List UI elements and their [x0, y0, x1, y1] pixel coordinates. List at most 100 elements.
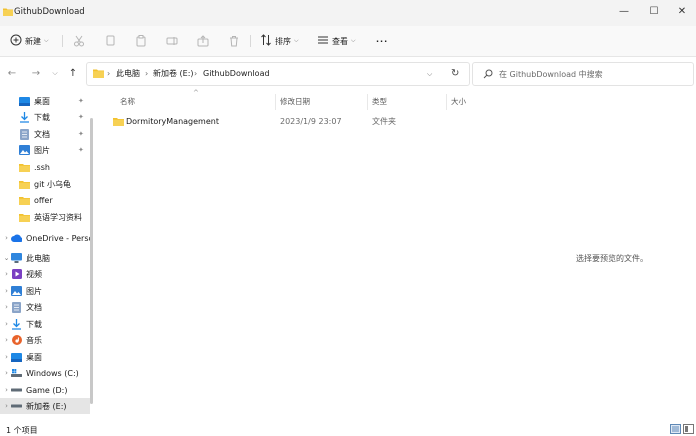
drive-icon: [11, 385, 22, 395]
pin-icon: ✦: [78, 113, 84, 121]
sidebar-item-drive-d[interactable]: › Game (D:): [0, 382, 90, 398]
sidebar-item-videos[interactable]: › 视频: [0, 266, 90, 282]
sidebar-item-drive-c[interactable]: › Windows (C:): [0, 365, 90, 381]
address-bar[interactable]: › 此电脑 › 新加卷 (E:) › GithubDownload ⌵ ↻: [86, 62, 470, 86]
file-row[interactable]: DormitoryManagement 2023/1/9 23:07 文件夹: [110, 114, 470, 130]
details-view-icon[interactable]: [670, 424, 681, 436]
column-divider[interactable]: [446, 94, 447, 110]
breadcrumb-separator: ›: [107, 69, 111, 78]
sidebar-item-documents[interactable]: 文档 ✦: [0, 126, 90, 142]
breadcrumb-this-pc[interactable]: 此电脑: [116, 63, 140, 85]
recent-locations-chevron-icon[interactable]: ⌵: [48, 66, 62, 80]
drive-icon: [11, 401, 22, 411]
close-button[interactable]: ✕: [668, 4, 696, 20]
chevron-right-icon[interactable]: ›: [2, 386, 11, 394]
sort-icon: [260, 34, 272, 48]
view-button[interactable]: 查看 ⌵: [317, 32, 356, 50]
sidebar-item-pc-desktop[interactable]: › 桌面: [0, 349, 90, 365]
rename-icon[interactable]: [165, 34, 179, 48]
preview-message: 选择要预览的文件。: [576, 254, 648, 263]
tiles-view-icon[interactable]: [683, 424, 694, 436]
sort-button[interactable]: 排序 ⌵: [260, 32, 299, 50]
file-name: DormitoryManagement: [126, 117, 219, 126]
sidebar-item-label: .ssh: [34, 162, 50, 172]
chevron-right-icon[interactable]: ›: [2, 287, 11, 295]
view-label: 查看: [332, 36, 348, 46]
chevron-right-icon[interactable]: ›: [2, 336, 11, 344]
sidebar-item-pc-pictures[interactable]: › 图片: [0, 283, 90, 299]
document-icon: [19, 128, 30, 140]
folder-icon: [19, 212, 30, 222]
sidebar-item-music[interactable]: › 音乐: [0, 332, 90, 348]
share-icon[interactable]: [196, 34, 210, 48]
sidebar-item-label: 桌面: [26, 352, 42, 362]
folder-icon: [3, 7, 13, 18]
chevron-right-icon[interactable]: ›: [2, 234, 11, 242]
sidebar-item-english-materials[interactable]: 英语学习资料: [0, 209, 90, 225]
paste-icon[interactable]: [134, 34, 148, 48]
sidebar-item-label: Game (D:): [26, 385, 68, 395]
sidebar-item-label: 音乐: [26, 335, 42, 345]
column-header-modified[interactable]: 修改日期: [280, 96, 310, 108]
sidebar-item-git-turtle[interactable]: git 小乌龟: [0, 176, 90, 192]
sidebar-item-label: Windows (C:): [26, 368, 79, 378]
copy-icon[interactable]: [103, 34, 117, 48]
column-header-size[interactable]: 大小: [451, 96, 466, 108]
sort-ascending-icon: ^: [193, 89, 199, 97]
address-history-chevron-icon[interactable]: ⌵: [427, 63, 432, 85]
sidebar-item-this-pc[interactable]: ⌄ 此电脑: [0, 250, 90, 266]
breadcrumb-drive-e[interactable]: 新加卷 (E:): [153, 63, 194, 85]
sidebar-item-pictures[interactable]: 图片 ✦: [0, 142, 90, 158]
chevron-right-icon[interactable]: ›: [2, 353, 11, 361]
new-label: 新建: [25, 36, 41, 46]
file-type: 文件夹: [372, 117, 396, 126]
view-icon: [317, 34, 329, 48]
computer-icon: [11, 253, 22, 263]
sidebar-item-ssh[interactable]: .ssh: [0, 159, 90, 175]
folder-icon: [19, 195, 30, 205]
maximize-button[interactable]: ☐: [640, 4, 668, 20]
chevron-right-icon[interactable]: ›: [2, 402, 11, 410]
column-header-type[interactable]: 类型: [372, 96, 387, 108]
more-options-button[interactable]: ···: [376, 32, 388, 50]
column-divider[interactable]: [367, 94, 368, 110]
desktop-icon: [19, 96, 30, 106]
column-header-name[interactable]: 名称: [120, 96, 135, 108]
chevron-down-icon[interactable]: ⌄: [2, 254, 11, 262]
sidebar-item-offer[interactable]: offer: [0, 192, 90, 208]
sidebar-item-onedrive[interactable]: › OneDrive - Perso: [0, 230, 96, 246]
file-modified: 2023/1/9 23:07: [280, 117, 342, 126]
chevron-right-icon[interactable]: ›: [2, 369, 11, 377]
column-divider[interactable]: [275, 94, 276, 110]
sidebar-item-pc-documents[interactable]: › 文档: [0, 299, 90, 315]
breadcrumb-githubdownload[interactable]: GithubDownload: [203, 63, 270, 85]
breadcrumb-separator: ›: [194, 69, 198, 78]
download-icon: [11, 318, 22, 330]
new-button[interactable]: 新建 ⌵: [10, 32, 49, 50]
sort-label: 排序: [275, 36, 291, 46]
chevron-right-icon[interactable]: ›: [2, 303, 11, 311]
sidebar-item-label: 图片: [26, 286, 42, 296]
sidebar-item-desktop[interactable]: 桌面 ✦: [0, 93, 90, 109]
sidebar-scrollbar[interactable]: [90, 118, 93, 404]
plus-circle-icon: [10, 34, 22, 48]
document-icon: [11, 301, 22, 313]
sidebar-item-label: git 小乌龟: [34, 179, 71, 189]
sidebar-item-drive-e[interactable]: › 新加卷 (E:): [0, 398, 90, 414]
breadcrumb-separator: ›: [145, 69, 149, 78]
search-box[interactable]: 在 GithubDownload 中搜索: [472, 62, 694, 86]
sidebar-item-label: 视频: [26, 269, 42, 279]
refresh-icon[interactable]: ↻: [451, 63, 459, 85]
cut-icon[interactable]: [72, 34, 86, 48]
forward-arrow-icon[interactable]: →: [29, 66, 43, 80]
minimize-button[interactable]: —: [610, 4, 638, 20]
back-arrow-icon[interactable]: ←: [5, 66, 19, 80]
sidebar-item-downloads[interactable]: 下载 ✦: [0, 109, 90, 125]
window-title: GithubDownload: [14, 7, 85, 17]
sidebar-item-pc-downloads[interactable]: › 下载: [0, 316, 90, 332]
up-arrow-icon[interactable]: ↑: [66, 66, 80, 80]
chevron-right-icon[interactable]: ›: [2, 320, 11, 328]
chevron-right-icon[interactable]: ›: [2, 270, 11, 278]
search-icon: [483, 69, 493, 81]
delete-icon[interactable]: [227, 34, 241, 48]
